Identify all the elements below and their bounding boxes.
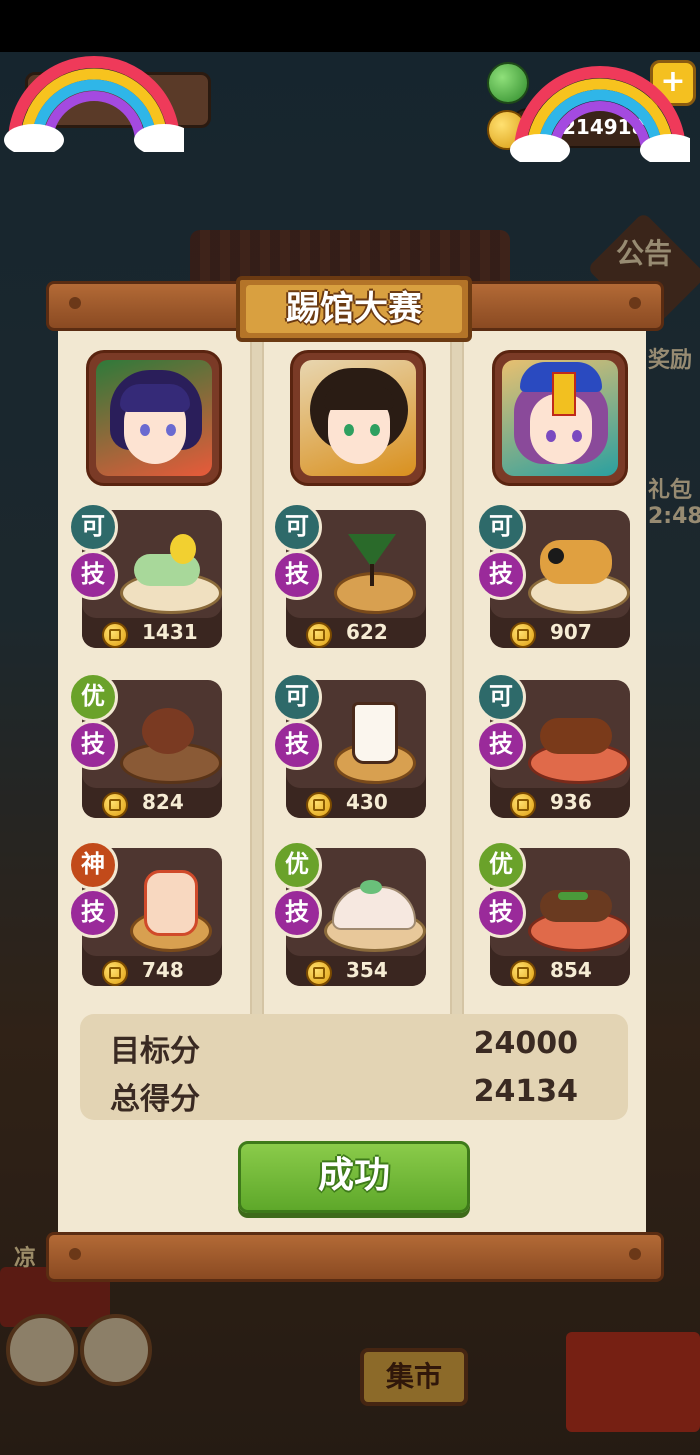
- column-divider: [250, 326, 264, 1016]
- coin-icon: [102, 622, 128, 648]
- quality-badge: 可: [476, 502, 526, 552]
- coin-icon: [306, 960, 332, 986]
- scroll-bottom-rod: [46, 1232, 664, 1282]
- milk-drink-icon: [324, 694, 420, 784]
- quality-badge: 优: [68, 672, 118, 722]
- dish-price-row: 907: [490, 618, 630, 648]
- dish-price: 354: [346, 958, 388, 982]
- quality-badge: 可: [272, 502, 322, 552]
- skill-badge: 技: [272, 550, 322, 600]
- rainbow-decoration-icon: [4, 56, 184, 152]
- opponent-avatar-3[interactable]: [492, 350, 628, 486]
- modal-title: 踢馆大赛: [286, 289, 422, 329]
- status-bar: [0, 0, 700, 52]
- skill-badge: 技: [272, 720, 322, 770]
- dish-price-row: 936: [490, 788, 630, 818]
- coin-icon: [510, 792, 536, 818]
- coin-icon: [102, 792, 128, 818]
- opponent-avatar-1[interactable]: [86, 350, 222, 486]
- quality-badge: 神: [68, 840, 118, 890]
- skill-badge: 技: [476, 888, 526, 938]
- coin-icon: [102, 960, 128, 986]
- dish-price: 1431: [142, 620, 198, 644]
- coin-icon: [510, 960, 536, 986]
- dish-price: 907: [550, 620, 592, 644]
- teapot-set-icon: [120, 694, 222, 784]
- steamed-buns-icon: [324, 862, 426, 952]
- total-score-label: 总得分: [110, 1082, 200, 1117]
- dish-price: 748: [142, 958, 184, 982]
- fried-platter-icon: [528, 524, 630, 614]
- dish-price: 622: [346, 620, 388, 644]
- skill-badge: 技: [476, 720, 526, 770]
- quality-badge: 可: [272, 672, 322, 722]
- dumpling-platter-icon: [120, 524, 222, 614]
- dish-price-row: 354: [286, 956, 426, 986]
- target-score-value: 24000: [473, 1026, 578, 1061]
- coin-icon: [306, 792, 332, 818]
- opponent-avatar-2[interactable]: [290, 350, 426, 486]
- title-plaque: 踢馆大赛: [236, 276, 472, 342]
- green-cocktail-icon: [324, 524, 420, 614]
- dish-price-row: 1431: [82, 618, 222, 648]
- success-button[interactable]: 成功: [238, 1141, 470, 1213]
- score-summary: 目标分 24000 总得分 24134: [80, 1014, 628, 1120]
- quality-badge: 优: [476, 840, 526, 890]
- dish-price: 936: [550, 790, 592, 814]
- braised-dish-icon: [528, 694, 630, 784]
- skill-badge: 技: [272, 888, 322, 938]
- skill-badge: 技: [68, 550, 118, 600]
- quality-badge: 可: [476, 672, 526, 722]
- fruit-jelly-icon: [120, 862, 216, 952]
- skill-badge: 技: [68, 888, 118, 938]
- stir-fry-icon: [528, 862, 630, 952]
- dish-price-row: 622: [286, 618, 426, 648]
- dish-price: 824: [142, 790, 184, 814]
- skill-badge: 技: [68, 720, 118, 770]
- target-score-label: 目标分: [110, 1034, 200, 1069]
- rainbow-decoration-icon: [510, 66, 690, 162]
- dish-price-row: 430: [286, 788, 426, 818]
- dish-price: 854: [550, 958, 592, 982]
- dish-price: 430: [346, 790, 388, 814]
- quality-badge: 可: [68, 502, 118, 552]
- column-divider: [450, 326, 464, 1016]
- total-score-value: 24134: [473, 1074, 578, 1109]
- skill-badge: 技: [476, 550, 526, 600]
- dish-price-row: 748: [82, 956, 222, 986]
- dish-price-row: 824: [82, 788, 222, 818]
- dish-price-row: 854: [490, 956, 630, 986]
- coin-icon: [510, 622, 536, 648]
- quality-badge: 优: [272, 840, 322, 890]
- coin-icon: [306, 622, 332, 648]
